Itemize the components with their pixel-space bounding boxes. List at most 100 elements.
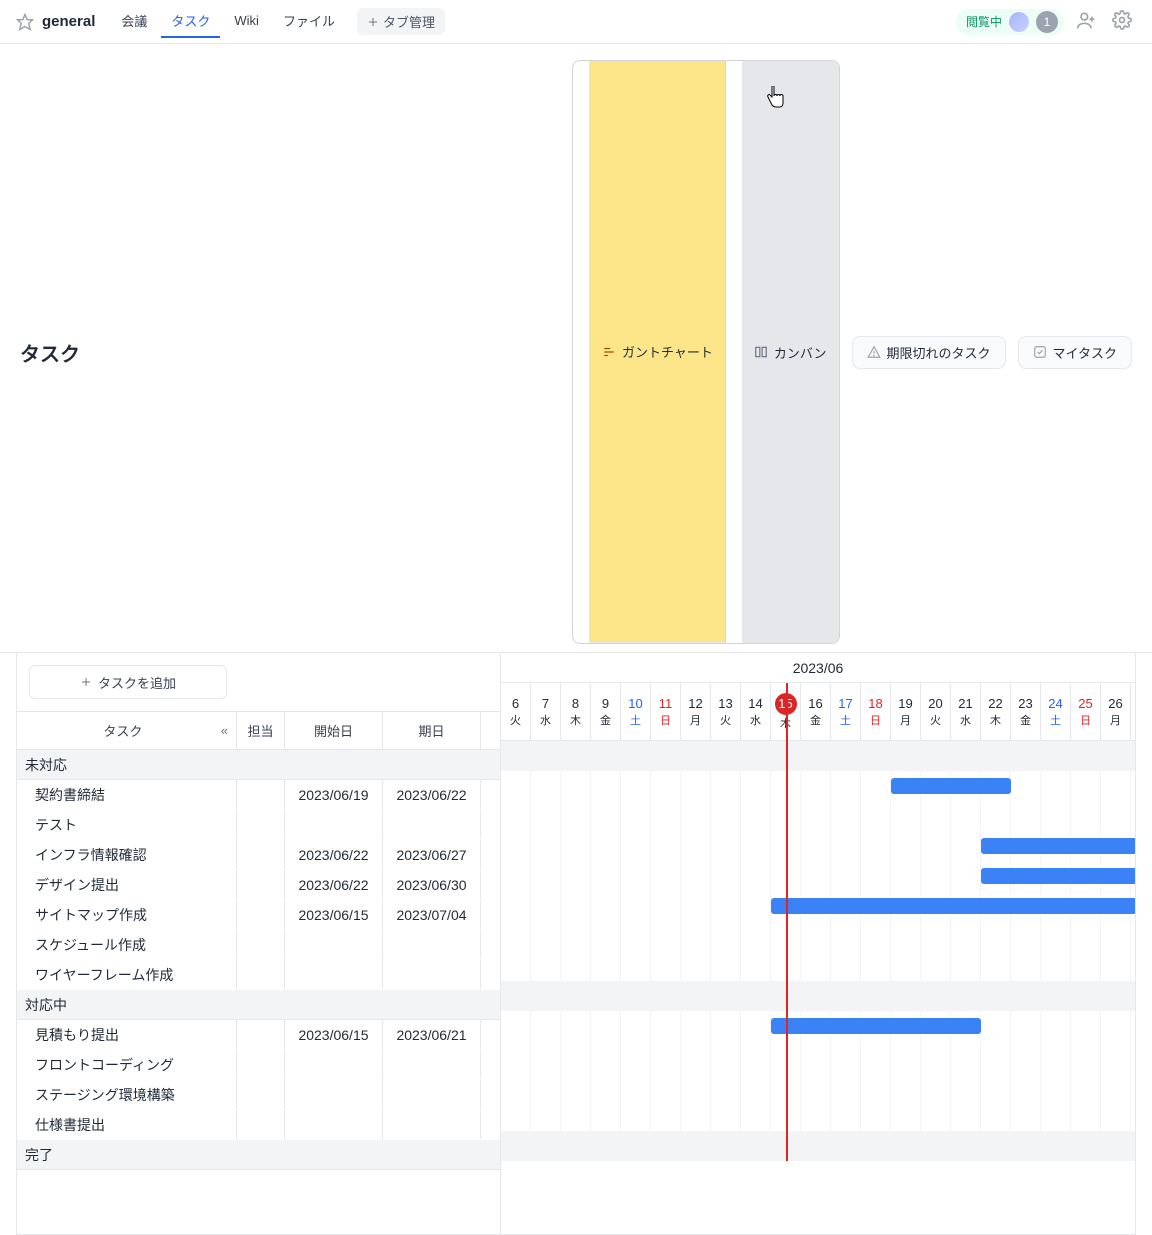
add-task-button[interactable]: タスクを追加 — [29, 665, 227, 699]
task-due — [383, 1110, 481, 1139]
gantt-left-pane: タスクを追加 タスク « 担当 開始日 期日 未対応契約書締結2023/06/1… — [17, 653, 501, 1234]
task-assignee — [237, 1110, 285, 1139]
gantt-bar[interactable] — [771, 898, 1135, 914]
tab-wiki[interactable]: Wiki — [224, 7, 269, 36]
task-name: デザイン提出 — [17, 870, 237, 899]
task-due: 2023/06/21 — [383, 1020, 481, 1049]
task-due: 2023/06/27 — [383, 840, 481, 869]
timeline-row[interactable] — [501, 951, 1135, 981]
timeline-row[interactable] — [501, 771, 1135, 801]
mytask-button[interactable]: マイタスク — [1018, 336, 1132, 369]
overdue-tasks-label: 期限切れのタスク — [887, 343, 991, 362]
gantt-timeline-pane[interactable]: 2023/06 6火7水8木9金10土11日12月13火14水15木16金17土… — [501, 653, 1135, 1234]
task-start: 2023/06/15 — [285, 900, 383, 929]
task-name: 契約書締結 — [17, 780, 237, 809]
group-row[interactable]: 未対応 — [17, 750, 500, 780]
timeline-row[interactable] — [501, 921, 1135, 951]
task-row[interactable]: サイトマップ作成 2023/06/152023/07/04 — [17, 900, 500, 930]
tab-meeting[interactable]: 会議 — [111, 5, 157, 38]
task-name: サイトマップ作成 — [17, 900, 237, 929]
kanban-view-button[interactable]: カンバン — [742, 61, 839, 643]
group-row[interactable]: 対応中 — [17, 990, 500, 1020]
col-task: タスク — [25, 721, 221, 740]
add-task-label: タスクを追加 — [98, 673, 176, 692]
task-row[interactable]: デザイン提出2023/06/222023/06/30 — [17, 870, 500, 900]
task-assignee — [237, 840, 285, 869]
day-cell: 10土 — [621, 683, 651, 740]
group-row[interactable]: 完了 — [17, 1140, 500, 1170]
day-cell: 9金 — [591, 683, 621, 740]
tab-task[interactable]: タスク — [161, 5, 220, 38]
task-assignee — [237, 930, 285, 959]
task-row[interactable]: ステージング環境構築 — [17, 1080, 500, 1110]
task-assignee — [237, 1080, 285, 1109]
task-assignee — [237, 960, 285, 989]
timeline-row[interactable] — [501, 1041, 1135, 1071]
task-due — [383, 930, 481, 959]
task-row[interactable]: 見積もり提出2023/06/152023/06/21 — [17, 1020, 500, 1050]
gantt-bar[interactable] — [981, 868, 1135, 884]
task-name: ワイヤーフレーム作成 — [17, 960, 237, 989]
gantt-bar[interactable] — [771, 1018, 981, 1034]
day-cell: 24土 — [1041, 683, 1071, 740]
add-member-icon[interactable] — [1072, 6, 1100, 37]
timeline-row[interactable] — [501, 801, 1135, 831]
task-row[interactable]: ワイヤーフレーム作成 — [17, 960, 500, 990]
task-assignee — [237, 810, 285, 839]
task-start — [285, 1110, 383, 1139]
timeline-row[interactable] — [501, 1071, 1135, 1101]
tab-file[interactable]: ファイル — [273, 5, 345, 38]
page-title: タスク — [20, 338, 80, 367]
tab-manage-button[interactable]: タブ管理 — [357, 8, 445, 35]
task-row[interactable]: インフラ情報確認2023/06/222023/06/27 — [17, 840, 500, 870]
timeline-row[interactable] — [501, 1011, 1135, 1041]
collapse-icon[interactable]: « — [221, 723, 228, 738]
gantt-bar[interactable] — [981, 838, 1135, 854]
day-cell: 23金 — [1011, 683, 1041, 740]
day-cell: 16金 — [801, 683, 831, 740]
timeline-month: 2023/06 — [501, 653, 1135, 683]
task-due: 2023/07/04 — [383, 900, 481, 929]
task-name: 仕様書提出 — [17, 1110, 237, 1139]
task-start — [285, 1050, 383, 1079]
task-due: 2023/06/22 — [383, 780, 481, 809]
day-cell: 22木 — [981, 683, 1011, 740]
col-assignee: 担当 — [237, 712, 285, 749]
presence-pill[interactable]: 閲覧中 1 — [956, 9, 1064, 35]
task-assignee — [237, 1050, 285, 1079]
gantt-bar[interactable] — [891, 778, 1011, 794]
day-cell: 17土 — [831, 683, 861, 740]
timeline-day-header: 6火7水8木9金10土11日12月13火14水15木16金17土18日19月20… — [501, 683, 1135, 741]
gantt-task-list: 未対応契約書締結2023/06/192023/06/22テストインフラ情報確認2… — [17, 750, 500, 1234]
timeline-row[interactable] — [501, 831, 1135, 861]
star-icon[interactable] — [16, 13, 34, 31]
gantt-view-button[interactable]: ガントチャート — [589, 61, 726, 643]
gear-icon[interactable] — [1108, 6, 1136, 37]
task-start — [285, 1080, 383, 1109]
task-assignee — [237, 780, 285, 809]
day-cell: 7水 — [531, 683, 561, 740]
task-name: ステージング環境構築 — [17, 1080, 237, 1109]
day-cell: 12月 — [681, 683, 711, 740]
overdue-tasks-button[interactable]: 期限切れのタスク — [852, 336, 1006, 369]
timeline-row[interactable] — [501, 861, 1135, 891]
task-row[interactable]: 仕様書提出 — [17, 1110, 500, 1140]
task-name: スケジュール作成 — [17, 930, 237, 959]
plus-icon — [80, 676, 92, 688]
day-cell: 14水 — [741, 683, 771, 740]
task-name: テスト — [17, 810, 237, 839]
day-cell: 27火 — [1131, 683, 1135, 740]
timeline-row[interactable] — [501, 891, 1135, 921]
task-row[interactable]: テスト — [17, 810, 500, 840]
app-header: general 会議 タスク Wiki ファイル タブ管理 閲覧中 1 — [0, 0, 1152, 44]
task-row[interactable]: スケジュール作成 — [17, 930, 500, 960]
task-row[interactable]: 契約書締結2023/06/192023/06/22 — [17, 780, 500, 810]
kanban-view-label: カンバン — [774, 343, 827, 362]
task-start: 2023/06/22 — [285, 870, 383, 899]
day-cell: 8木 — [561, 683, 591, 740]
day-cell: 25日 — [1071, 683, 1101, 740]
day-cell: 13火 — [711, 683, 741, 740]
timeline-row[interactable] — [501, 1101, 1135, 1131]
task-row[interactable]: フロントコーディング — [17, 1050, 500, 1080]
plus-icon — [367, 16, 379, 28]
